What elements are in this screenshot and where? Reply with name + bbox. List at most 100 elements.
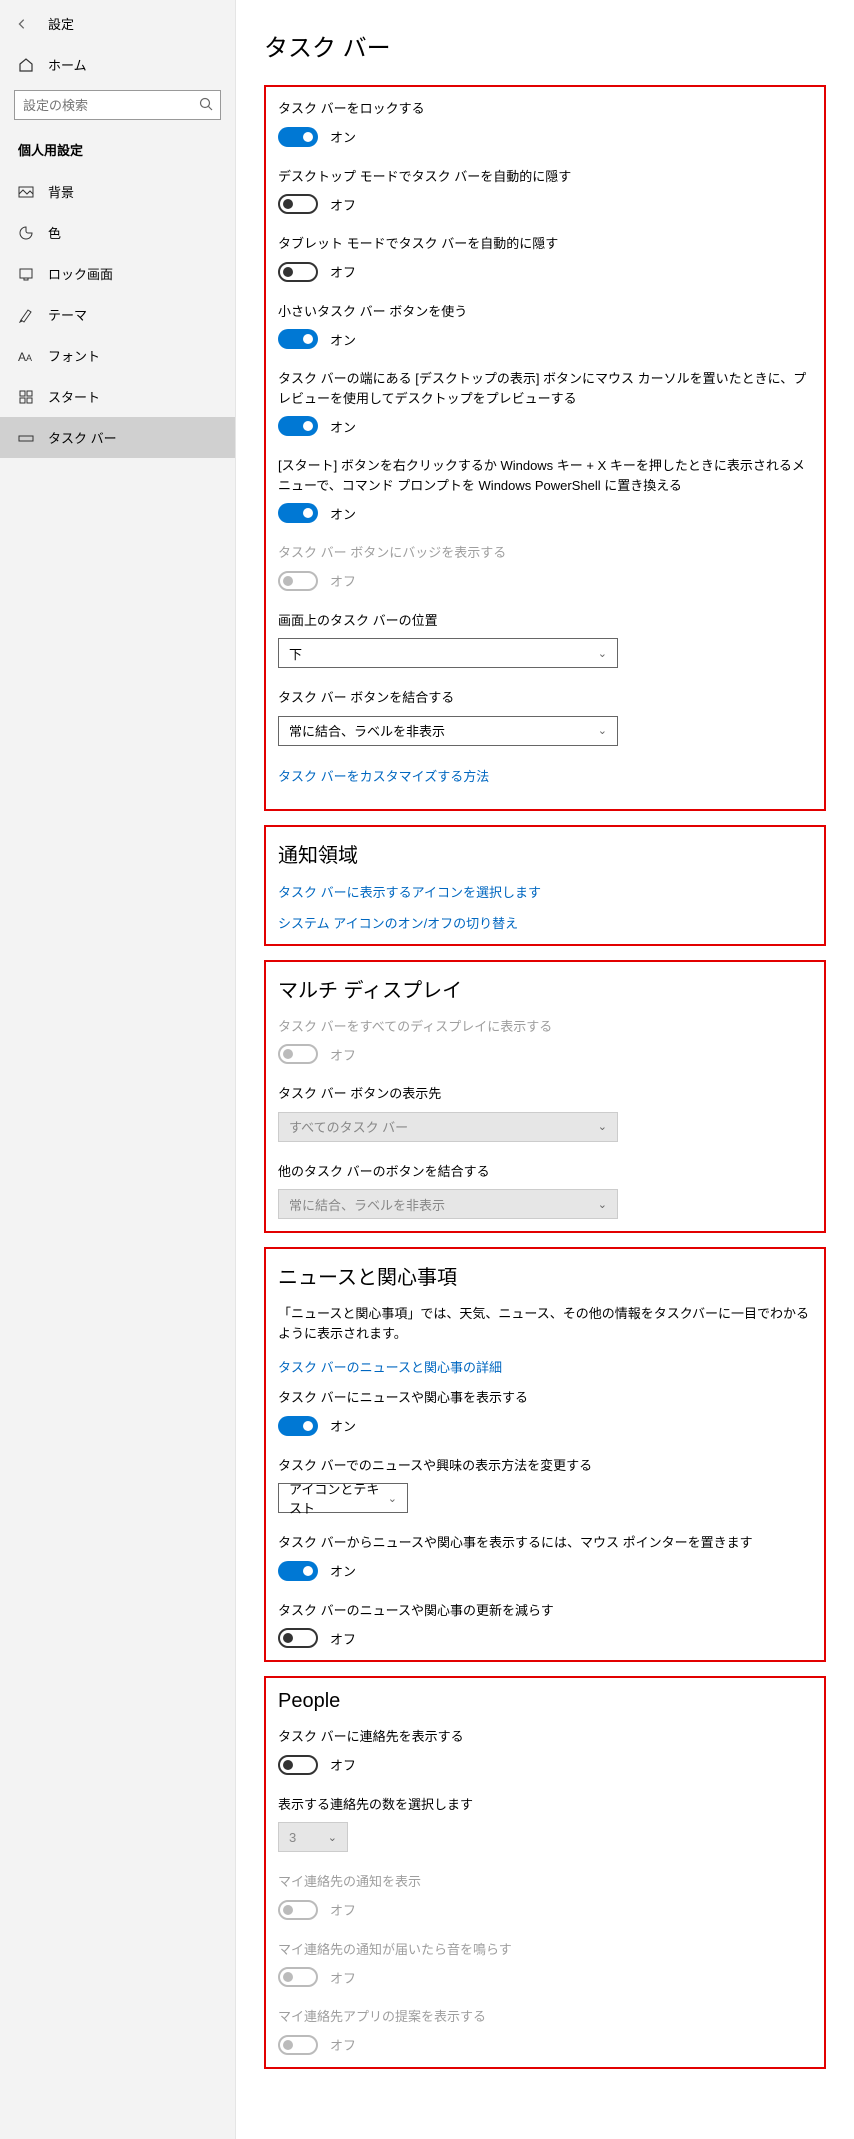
autohide-desktop-toggle[interactable]	[278, 194, 318, 214]
multi-showall-label: タスク バーをすべてのディスプレイに表示する	[278, 1017, 812, 1037]
sidebar-item-fonts[interactable]: AA フォント	[0, 335, 235, 376]
window-title: 設定	[48, 14, 74, 33]
other-combine-value: 常に結合、ラベルを非表示	[289, 1195, 445, 1214]
news-hover-value: オン	[330, 1561, 356, 1580]
news-reduce-toggle[interactable]	[278, 1628, 318, 1648]
news-heading: ニュースと関心事項	[278, 1261, 812, 1290]
powershell-label: [スタート] ボタンを右クリックするか Windows キー + X キーを押し…	[278, 456, 812, 495]
home-icon	[18, 57, 34, 73]
colors-icon	[18, 225, 34, 241]
chevron-down-icon: ⌄	[598, 1120, 607, 1133]
multi-heading: マルチ ディスプレイ	[278, 974, 812, 1003]
news-hover-toggle[interactable]	[278, 1561, 318, 1581]
sidebar-item-background[interactable]: 背景	[0, 171, 235, 212]
autohide-desktop-label: デスクトップ モードでタスク バーを自動的に隠す	[278, 167, 812, 187]
powershell-value: オン	[330, 504, 356, 523]
my-sound-value: オフ	[330, 1968, 356, 1987]
fonts-icon: AA	[18, 349, 34, 363]
autohide-tablet-toggle[interactable]	[278, 262, 318, 282]
back-button[interactable]	[16, 18, 28, 30]
other-combine-label: 他のタスク バーのボタンを結合する	[278, 1162, 812, 1182]
news-show-value: オン	[330, 1416, 356, 1435]
news-display-select[interactable]: アイコンとテキスト⌄	[278, 1483, 408, 1513]
taskbar-section: タスク バーをロックする オン デスクトップ モードでタスク バーを自動的に隠す…	[264, 85, 826, 811]
peek-toggle[interactable]	[278, 416, 318, 436]
people-count-value: 3	[289, 1830, 296, 1845]
sidebar-item-label: タスク バー	[48, 428, 117, 447]
my-notif-toggle	[278, 1900, 318, 1920]
combine-select[interactable]: 常に結合、ラベルを非表示 ⌄	[278, 716, 618, 746]
position-select[interactable]: 下⌄	[278, 638, 618, 668]
news-show-label: タスク バーにニュースや関心事を表示する	[278, 1388, 812, 1408]
sidebar-item-label: スタート	[48, 387, 100, 406]
small-buttons-value: オン	[330, 330, 356, 349]
sidebar-item-taskbar[interactable]: タスク バー	[0, 417, 235, 458]
small-buttons-toggle[interactable]	[278, 329, 318, 349]
sidebar-item-lockscreen[interactable]: ロック画面	[0, 253, 235, 294]
chevron-down-icon: ⌄	[388, 1492, 397, 1505]
position-value: 下	[289, 644, 302, 663]
sidebar-item-colors[interactable]: 色	[0, 212, 235, 253]
sidebar-item-start[interactable]: スタート	[0, 376, 235, 417]
people-contacts-value: オフ	[330, 1755, 356, 1774]
people-count-select: 3⌄	[278, 1822, 348, 1852]
my-suggest-label: マイ連絡先アプリの提案を表示する	[278, 2007, 812, 2027]
people-contacts-toggle[interactable]	[278, 1755, 318, 1775]
home-label: ホーム	[48, 55, 87, 74]
peek-value: オン	[330, 417, 356, 436]
combine-label: タスク バー ボタンを結合する	[278, 688, 812, 708]
lock-label: タスク バーをロックする	[278, 99, 812, 119]
lock-toggle[interactable]	[278, 127, 318, 147]
news-show-toggle[interactable]	[278, 1416, 318, 1436]
other-combine-select: 常に結合、ラベルを非表示⌄	[278, 1189, 618, 1219]
news-hover-label: タスク バーからニュースや関心事を表示するには、マウス ポインターを置きます	[278, 1533, 812, 1553]
chevron-down-icon: ⌄	[328, 1831, 337, 1844]
autohide-tablet-value: オフ	[330, 262, 356, 281]
system-icons-link[interactable]: システム アイコンのオン/オフの切り替え	[278, 913, 812, 932]
autohide-tablet-label: タブレット モードでタスク バーを自動的に隠す	[278, 234, 812, 254]
svg-text:A: A	[26, 353, 32, 363]
sidebar-item-label: テーマ	[48, 305, 87, 324]
my-suggest-value: オフ	[330, 2035, 356, 2054]
small-buttons-label: 小さいタスク バー ボタンを使う	[278, 302, 812, 322]
news-desc: 「ニュースと関心事項」では、天気、ニュース、その他の情報をタスクバーに一目でわか…	[278, 1304, 812, 1343]
badges-value: オフ	[330, 571, 356, 590]
background-icon	[18, 184, 34, 200]
sidebar-item-themes[interactable]: テーマ	[0, 294, 235, 335]
notification-heading: 通知領域	[278, 839, 812, 868]
my-notif-value: オフ	[330, 1900, 356, 1919]
lockscreen-icon	[18, 266, 34, 282]
peek-label: タスク バーの端にある [デスクトップの表示] ボタンにマウス カーソルを置いた…	[278, 369, 812, 408]
multi-showall-toggle	[278, 1044, 318, 1064]
main-content: タスク バー タスク バーをロックする オン デスクトップ モードでタスク バー…	[236, 0, 854, 2139]
search-input[interactable]	[14, 90, 221, 120]
customize-link[interactable]: タスク バーをカスタマイズする方法	[278, 766, 812, 785]
news-reduce-value: オフ	[330, 1629, 356, 1648]
chevron-down-icon: ⌄	[598, 724, 607, 737]
themes-icon	[18, 307, 34, 323]
start-icon	[18, 389, 34, 405]
back-arrow-icon	[16, 17, 28, 31]
news-display-label: タスク バーでのニュースや興味の表示方法を変更する	[278, 1456, 812, 1476]
home-link[interactable]: ホーム	[0, 45, 235, 84]
notification-icons-link[interactable]: タスク バーに表示するアイコンを選択します	[278, 882, 812, 901]
svg-text:A: A	[18, 350, 26, 363]
badges-toggle	[278, 571, 318, 591]
people-heading: People	[278, 1690, 812, 1713]
my-sound-label: マイ連絡先の通知が届いたら音を鳴らす	[278, 1940, 812, 1960]
news-display-value: アイコンとテキスト	[289, 1479, 388, 1517]
badges-label: タスク バー ボタンにバッジを表示する	[278, 543, 812, 563]
position-label: 画面上のタスク バーの位置	[278, 611, 812, 631]
powershell-toggle[interactable]	[278, 503, 318, 523]
taskbar-icon	[18, 430, 34, 446]
sidebar-item-label: ロック画面	[48, 264, 113, 283]
people-section: People タスク バーに連絡先を表示する オフ 表示する連絡先の数を選択しま…	[264, 1676, 826, 2069]
people-count-label: 表示する連絡先の数を選択します	[278, 1795, 812, 1815]
my-notif-label: マイ連絡先の通知を表示	[278, 1872, 812, 1892]
news-detail-link[interactable]: タスク バーのニュースと関心事の詳細	[278, 1357, 812, 1376]
news-section: ニュースと関心事項 「ニュースと関心事項」では、天気、ニュース、その他の情報をタ…	[264, 1247, 826, 1662]
combine-value: 常に結合、ラベルを非表示	[289, 721, 445, 740]
sidebar: 設定 ホーム 個人用設定 背景 色 ロック画面 テーマ AA フォン	[0, 0, 236, 2139]
my-sound-toggle	[278, 1967, 318, 1987]
news-reduce-label: タスク バーのニュースや関心事の更新を減らす	[278, 1601, 812, 1621]
